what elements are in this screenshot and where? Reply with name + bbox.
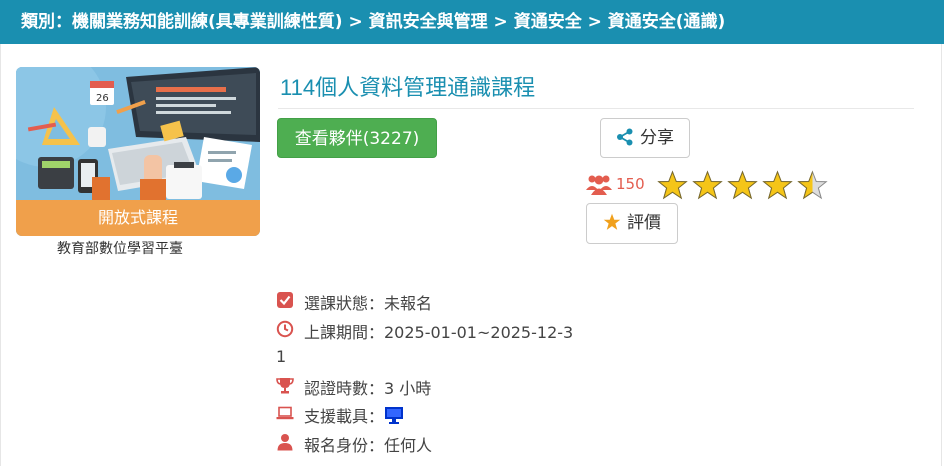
desktop-icon [385, 407, 404, 424]
share-label: 分享 [640, 128, 674, 148]
star-icon [603, 213, 621, 230]
title-divider [278, 108, 914, 109]
course-period-text: 上課期間：2025-01-01~2025-12-3 [304, 323, 574, 342]
check-square-icon [277, 292, 293, 308]
learner-count: 150 [586, 170, 645, 198]
rating-star-icon [692, 170, 723, 200]
rating-star-icon [797, 170, 828, 200]
trophy-icon [276, 378, 294, 394]
supported-devices-text: 支援載具： [304, 403, 404, 427]
enroll-status-text: 選課狀態：未報名 [304, 294, 433, 313]
rating-star-icon [727, 170, 758, 200]
learner-count-value: 150 [616, 175, 645, 193]
enroll-identity-text: 報名身份：任何人 [304, 436, 433, 455]
rating-star-icon [762, 170, 793, 200]
course-period-text-wrap: 1 [276, 347, 287, 366]
svg-text:26: 26 [96, 93, 109, 104]
rate-button[interactable]: 評價 [586, 203, 678, 244]
rate-label: 評價 [627, 213, 661, 233]
share-icon [617, 128, 633, 146]
category-breadcrumb: 類別：機關業務知能訓練(具專業訓練性質) > 資訊安全與管理 > 資通安全 > … [0, 0, 944, 44]
share-button[interactable]: 分享 [600, 118, 690, 158]
course-thumbnail[interactable]: 26 開放式課程 [16, 67, 260, 236]
clock-icon [276, 320, 294, 338]
supported-devices-label: 支援載具： [304, 407, 385, 426]
provider-name: 教育部數位學習平臺 [57, 241, 183, 257]
certified-hours-text: 認證時數：3 小時 [304, 379, 432, 398]
rating-star-icon [657, 170, 688, 200]
laptop-icon [276, 406, 294, 420]
view-partners-button[interactable]: 查看夥伴(3227) [277, 118, 437, 158]
star-rating [656, 170, 829, 200]
users-icon [586, 175, 612, 195]
course-type-banner: 開放式課程 [16, 200, 260, 236]
course-title: 114個人資料管理通識課程 [280, 75, 536, 100]
user-icon [277, 434, 293, 451]
